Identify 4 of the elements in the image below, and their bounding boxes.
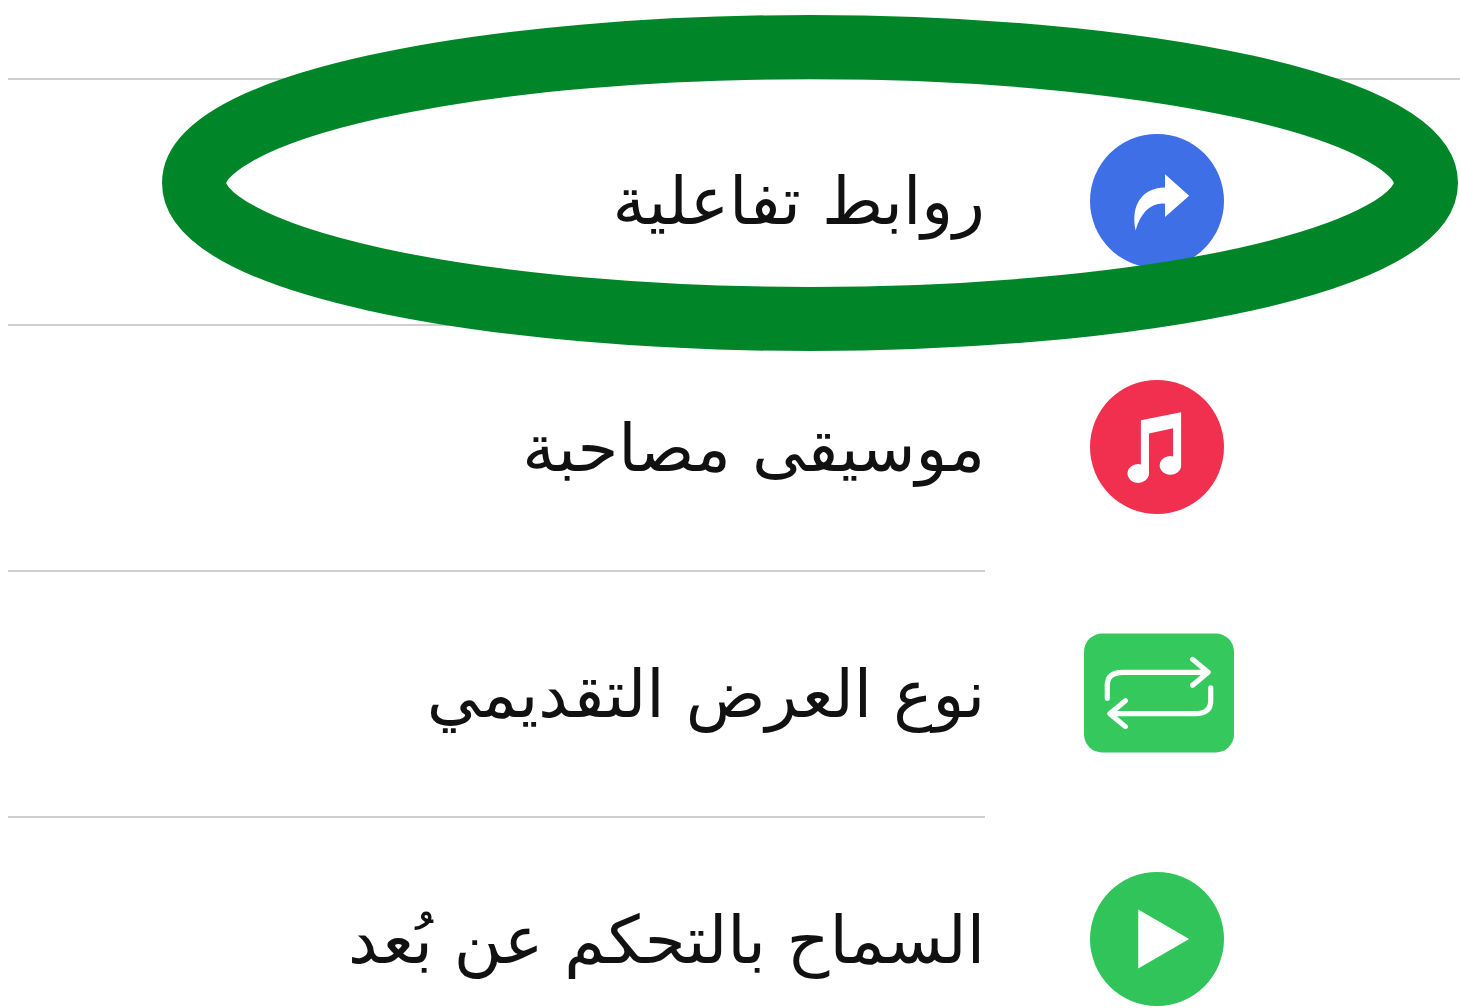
setting-label: موسيقى مصاحبة [522,409,985,487]
setting-label: روابط تفاعلية [612,162,985,240]
setting-label: السماح بالتحكم عن بُعد [347,901,985,979]
setting-label: نوع العرض التقديمي [426,655,985,733]
